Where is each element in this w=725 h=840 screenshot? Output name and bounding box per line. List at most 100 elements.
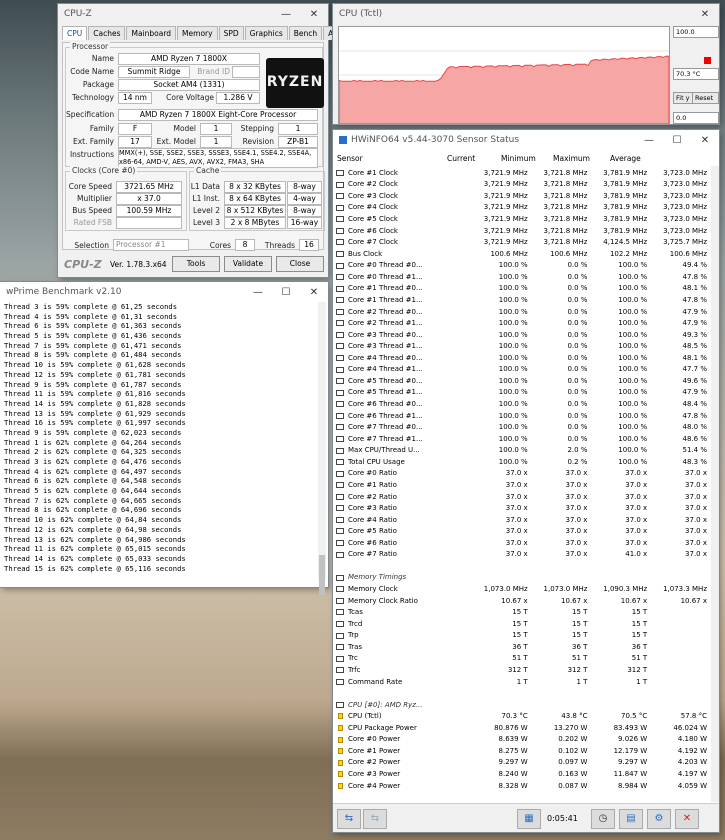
maximize-icon[interactable]: ☐ [663, 135, 691, 146]
sensor-row[interactable]: CPU Package Power 80.876 W 13.270 W 83.493 … [335, 722, 709, 734]
sensor-row[interactable]: Core #2 Ratio 37.0 x 37.0 x 37.0 x 37.0 x [335, 491, 709, 503]
sensor-row[interactable]: Core #6 Thread #1... 100.0 % 0.0 % 100.0 % 4… [335, 410, 709, 422]
sensor-row[interactable]: Core #7 Thread #1... 100.0 % 0.0 % 100.0 % 4… [335, 433, 709, 445]
hwinfo-window[interactable]: HWiNFO64 v5.44-3070 Sensor Status — ☐ ✕ … [333, 130, 719, 832]
close-icon[interactable]: ✕ [300, 287, 328, 298]
sensor-row[interactable]: Core #5 Ratio 37.0 x 37.0 x 37.0 x 37.0 x [335, 525, 709, 537]
reset-button[interactable]: Reset [692, 92, 719, 104]
sensor-row[interactable]: Core #1 Power 8.275 W 0.102 W 12.179 W 4.192… [335, 745, 709, 757]
sensor-row[interactable] [335, 560, 709, 572]
tab-caches[interactable]: Caches [88, 26, 126, 40]
sensor-row[interactable]: Core #1 Thread #1... 100.0 % 0.0 % 100.0 % 4… [335, 294, 709, 306]
tab-mainboard[interactable]: Mainboard [126, 26, 177, 40]
selection-dropdown[interactable]: Processor #1 [113, 239, 189, 251]
network-icon[interactable]: ▦ [517, 809, 541, 829]
threads-label: Threads [264, 241, 295, 250]
sensor-row[interactable]: Core #2 Power 9.297 W 0.097 W 9.297 W 4.203 … [335, 757, 709, 769]
sensor-row[interactable]: Max CPU/Thread U... 100.0 % 2.0 % 100.0 % 51… [335, 445, 709, 457]
sensor-row[interactable]: Core #4 Thread #0... 100.0 % 0.0 % 100.0 % 4… [335, 352, 709, 364]
col-current[interactable]: Current [447, 154, 475, 163]
save-icon[interactable]: ▤ [619, 809, 643, 829]
sensor-row[interactable]: CPU (Tctl) 70.3 °C 43.8 °C 70.5 °C 57.8 °C [335, 710, 709, 722]
cpuz-titlebar[interactable]: CPU-Z — ✕ [58, 4, 328, 24]
close-icon[interactable]: ✕ [675, 809, 699, 829]
close-icon[interactable]: ✕ [691, 9, 719, 20]
sensor-row[interactable]: Core #1 Clock 3,721.9 MHz 3,721.8 MHz 3,781… [335, 167, 709, 179]
sensor-row[interactable]: Core #6 Ratio 37.0 x 37.0 x 37.0 x 37.0 x [335, 537, 709, 549]
sensor-row[interactable]: Core #4 Thread #1... 100.0 % 0.0 % 100.0 % 4… [335, 364, 709, 376]
sensor-row[interactable]: Trp 15 T 15 T 15 T [335, 630, 709, 642]
sensor-row[interactable]: Core #4 Ratio 37.0 x 37.0 x 37.0 x 37.0 x [335, 514, 709, 526]
wprime-titlebar[interactable]: wPrime Benchmark v2.10 — ☐ ✕ [0, 282, 328, 302]
validate-button[interactable]: Validate [224, 256, 272, 272]
tab-bench[interactable]: Bench [288, 26, 323, 40]
sensor-row[interactable]: Memory Clock 1,073.0 MHz 1,073.0 MHz 1,090.… [335, 583, 709, 595]
sensor-row[interactable]: Core #5 Clock 3,721.9 MHz 3,721.8 MHz 3,781… [335, 213, 709, 225]
col-average[interactable]: Average [610, 154, 641, 163]
sensor-row[interactable]: Core #3 Ratio 37.0 x 37.0 x 37.0 x 37.0 x [335, 502, 709, 514]
minimize-icon[interactable]: — [272, 9, 300, 20]
sensor-row[interactable]: Tras 36 T 36 T 36 T [335, 641, 709, 653]
sensor-section[interactable]: CPU [#0]: AMD Ryz... [335, 699, 709, 711]
scrollbar-thumb[interactable] [319, 555, 325, 595]
col-minimum[interactable]: Minimum [501, 154, 536, 163]
minimize-icon[interactable]: — [244, 287, 272, 298]
sensor-row[interactable]: Core #3 Thread #1... 100.0 % 0.0 % 100.0 % 4… [335, 340, 709, 352]
tab-cpu[interactable]: CPU [62, 26, 88, 40]
sensor-row[interactable]: Core #7 Clock 3,721.9 MHz 3,721.8 MHz 4,124… [335, 236, 709, 248]
col-sensor[interactable]: Sensor [337, 154, 363, 163]
sensor-row[interactable]: Core #3 Power 8.240 W 0.163 W 11.847 W 4.197… [335, 768, 709, 780]
settings-icon[interactable]: ⚙ [647, 809, 671, 829]
sensor-row[interactable]: Core #2 Thread #1... 100.0 % 0.0 % 100.0 % 4… [335, 317, 709, 329]
sensor-section[interactable]: Memory Timings [335, 572, 709, 584]
arrows-left-right-icon[interactable]: ⇆ [337, 809, 361, 829]
sensor-row[interactable]: Core #5 Thread #1... 100.0 % 0.0 % 100.0 % 4… [335, 387, 709, 399]
fit-y-button[interactable]: Fit y [673, 92, 694, 104]
sensor-row[interactable]: Core #4 Power 8.328 W 0.087 W 8.984 W 4.059 … [335, 780, 709, 792]
minimize-icon[interactable]: — [635, 135, 663, 146]
close-icon[interactable]: ✕ [691, 135, 719, 146]
sensor-row[interactable]: Trc 51 T 51 T 51 T [335, 653, 709, 665]
sensor-row[interactable]: Memory Clock Ratio 10.67 x 10.67 x 10.67 x 1… [335, 595, 709, 607]
sensor-row[interactable]: Bus Clock 100.6 MHz 100.6 MHz 102.2 MHz 100.… [335, 248, 709, 260]
sensor-row[interactable]: Core #0 Power 8.639 W 0.202 W 9.026 W 4.180 … [335, 734, 709, 746]
maximize-icon[interactable]: ☐ [272, 287, 300, 298]
wprime-scrollbar[interactable] [318, 302, 326, 595]
tab-graphics[interactable]: Graphics [244, 26, 288, 40]
tools-button[interactable]: Tools [172, 256, 220, 272]
graph-titlebar[interactable]: CPU (Tctl) ✕ [333, 4, 719, 24]
sensor-row[interactable]: Core #6 Thread #0... 100.0 % 0.0 % 100.0 % 4… [335, 398, 709, 410]
close-icon[interactable]: ✕ [300, 9, 328, 20]
sensor-row[interactable]: Core #2 Thread #0... 100.0 % 0.0 % 100.0 % 4… [335, 306, 709, 318]
tab-memory[interactable]: Memory [177, 26, 218, 40]
sensor-row[interactable]: Total CPU Usage 100.0 % 0.2 % 100.0 % 48.3 % [335, 456, 709, 468]
sensor-row[interactable]: Core #6 Clock 3,721.9 MHz 3,721.8 MHz 3,781… [335, 225, 709, 237]
sensor-row[interactable]: Core #1 Ratio 37.0 x 37.0 x 37.0 x 37.0 x [335, 479, 709, 491]
hwinfo-titlebar[interactable]: HWiNFO64 v5.44-3070 Sensor Status — ☐ ✕ [333, 130, 719, 150]
sensor-row[interactable]: Tcas 15 T 15 T 15 T [335, 606, 709, 618]
sensor-row[interactable] [335, 687, 709, 699]
sensor-row[interactable]: Core #0 Ratio 37.0 x 37.0 x 37.0 x 37.0 x [335, 468, 709, 480]
sensor-row[interactable]: Core #0 Thread #1... 100.0 % 0.0 % 100.0 % 4… [335, 271, 709, 283]
sensor-row[interactable]: Trfc 312 T 312 T 312 T [335, 664, 709, 676]
sensor-row[interactable]: Command Rate 1 T 1 T 1 T [335, 676, 709, 688]
sensor-row[interactable]: Core #0 Thread #0... 100.0 % 0.0 % 100.0 % 4… [335, 260, 709, 272]
wprime-window[interactable]: wPrime Benchmark v2.10 — ☐ ✕ Thread 3 is… [0, 282, 328, 595]
hwinfo-scrollbar[interactable] [711, 166, 719, 802]
sensor-row[interactable]: Core #2 Clock 3,721.9 MHz 3,721.8 MHz 3,781… [335, 179, 709, 191]
sensor-row[interactable]: Core #5 Thread #0... 100.0 % 0.0 % 100.0 % 4… [335, 375, 709, 387]
cpuz-window[interactable]: CPU-Z — ✕ CPU Caches Mainboard Memory SP… [58, 4, 356, 277]
sensor-row[interactable]: Trcd 15 T 15 T 15 T [335, 618, 709, 630]
sensor-row[interactable]: Core #7 Thread #0... 100.0 % 0.0 % 100.0 % 4… [335, 421, 709, 433]
sensor-row[interactable]: Core #1 Thread #0... 100.0 % 0.0 % 100.0 % 4… [335, 283, 709, 295]
sensor-row[interactable]: Core #7 Ratio 37.0 x 37.0 x 41.0 x 37.0 x [335, 549, 709, 561]
col-maximum[interactable]: Maximum [553, 154, 590, 163]
close-button[interactable]: Close [276, 256, 324, 272]
sensor-row[interactable]: Core #3 Thread #0... 100.0 % 0.0 % 100.0 % 4… [335, 329, 709, 341]
sensor-row[interactable]: Core #3 Clock 3,721.9 MHz 3,721.8 MHz 3,781… [335, 190, 709, 202]
cpu-tctl-graph-window[interactable]: CPU (Tctl) ✕ 100.0 70.3 °C Fit y Reset 0… [333, 4, 719, 125]
tab-spd[interactable]: SPD [218, 26, 244, 40]
arrows-inactive-icon[interactable]: ⇆ [363, 809, 387, 829]
sensor-row[interactable]: Core #4 Clock 3,721.9 MHz 3,721.8 MHz 3,781… [335, 202, 709, 214]
clock-icon[interactable]: ◷ [591, 809, 615, 829]
